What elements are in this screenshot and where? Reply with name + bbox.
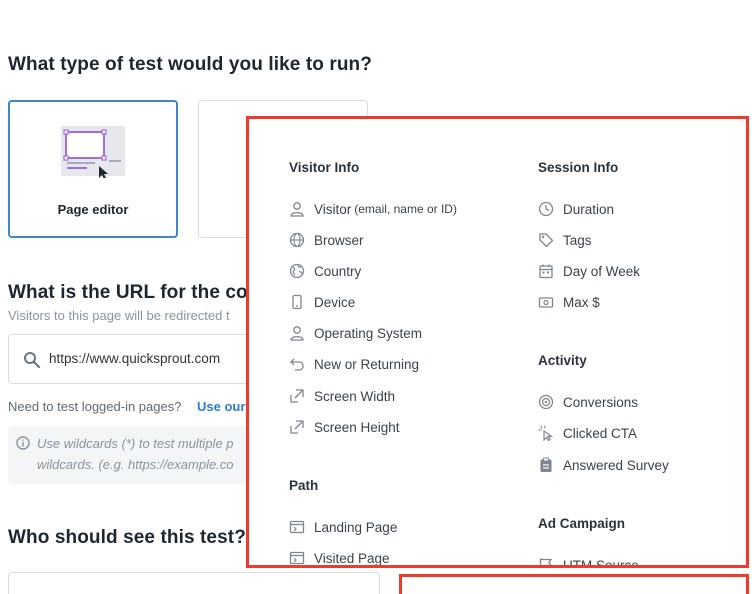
return-arrow-icon <box>289 356 305 372</box>
filter-landing-page[interactable]: Landing Page <box>289 517 397 537</box>
filter-conversions[interactable]: Conversions <box>538 392 638 412</box>
money-icon <box>538 294 554 310</box>
filter-screen-width-label: Screen Width <box>314 388 396 404</box>
expand-icon <box>289 388 305 404</box>
filter-visitor-label: Visitor <box>314 201 352 217</box>
visitor-info-title: Visitor Info <box>289 160 360 175</box>
filter-device-label: Device <box>314 294 356 310</box>
filter-day-of-week[interactable]: Day of Week <box>538 261 640 281</box>
filter-visited-page-label: Visited Page <box>314 550 390 566</box>
filter-operating-system-label: Operating System <box>314 325 423 341</box>
url-heading: What is the URL for the cor <box>8 282 256 303</box>
filter-duration[interactable]: Duration <box>538 199 614 219</box>
wildcard-note: Use wildcards (*) to test multiple p wil… <box>8 426 258 484</box>
filter-day-of-week-label: Day of Week <box>563 263 641 279</box>
filter-visited-page[interactable]: Visited Page <box>289 548 390 566</box>
phone-icon <box>289 294 305 310</box>
tag-icon <box>538 232 554 248</box>
filter-duration-label: Duration <box>563 201 615 217</box>
filter-tags-label: Tags <box>563 232 592 248</box>
filter-screen-height[interactable]: Screen Height <box>289 417 400 437</box>
filter-conversions-label: Conversions <box>563 394 639 410</box>
filter-browser-label: Browser <box>314 232 364 248</box>
page-editor-label: Page editor <box>57 202 129 217</box>
filter-clicked-cta[interactable]: Clicked CTA <box>538 423 637 443</box>
info-icon <box>16 436 30 450</box>
expand-icon <box>289 419 305 435</box>
note-line-1: Use wildcards (*) to test multiple p <box>37 436 234 451</box>
audience-select[interactable] <box>8 572 380 594</box>
target-icon <box>538 394 554 410</box>
filter-new-or-returning[interactable]: New or Returning <box>289 354 419 374</box>
page-enter-icon <box>289 519 305 535</box>
logged-in-link[interactable]: Use our <box>197 399 245 414</box>
second-highlight-box <box>399 574 749 594</box>
flag-icon <box>538 557 554 565</box>
note-line-2: wildcards. (e.g. https://example.co <box>37 457 234 472</box>
globe-icon <box>289 232 305 248</box>
earth-icon <box>289 263 305 279</box>
page-editor-illustration-icon <box>61 126 127 178</box>
person-icon <box>289 201 305 217</box>
cursor-click-icon <box>538 425 554 441</box>
filter-answered-survey[interactable]: Answered Survey <box>538 455 669 475</box>
logged-in-question: Need to test logged-in pages? <box>8 399 182 414</box>
filter-device[interactable]: Device <box>289 292 355 312</box>
filter-max-dollar-label: Max $ <box>563 294 600 310</box>
filter-browser[interactable]: Browser <box>289 230 364 250</box>
filter-country[interactable]: Country <box>289 261 361 281</box>
filter-operating-system[interactable]: Operating System <box>289 323 422 343</box>
filter-screen-width[interactable]: Screen Width <box>289 386 395 406</box>
filter-screen-height-label: Screen Height <box>314 419 400 435</box>
filter-utm-source[interactable]: UTM Source <box>538 555 639 568</box>
audience-heading: Who should see this test? <box>8 527 246 548</box>
filter-tags[interactable]: Tags <box>538 230 592 250</box>
url-input-value: https://www.quicksprout.com <box>49 351 221 366</box>
filter-visitor[interactable]: Visitor (email, name or ID) <box>289 199 457 219</box>
filter-visitor-sublabel: (email, name or ID) <box>354 202 457 216</box>
activity-title: Activity <box>538 353 587 368</box>
clock-icon <box>538 201 554 217</box>
filter-country-label: Country <box>314 263 362 279</box>
filter-new-or-returning-label: New or Returning <box>314 356 420 372</box>
session-info-title: Session Info <box>538 160 619 175</box>
filter-answered-survey-label: Answered Survey <box>563 457 669 473</box>
ad-campaign-title: Ad Campaign <box>538 516 626 531</box>
filter-clicked-cta-label: Clicked CTA <box>563 425 638 441</box>
person-icon <box>289 325 305 341</box>
filter-max-dollar[interactable]: Max $ <box>538 292 600 312</box>
filter-landing-page-label: Landing Page <box>314 519 398 535</box>
test-type-heading: What type of test would you like to run? <box>8 54 372 75</box>
url-subtext: Visitors to this page will be redirected… <box>8 308 230 323</box>
page-editor-card[interactable]: Page editor <box>8 100 178 238</box>
filter-utm-source-label: UTM Source <box>563 557 639 568</box>
path-title: Path <box>289 478 319 493</box>
clipboard-icon <box>538 457 554 473</box>
search-icon <box>23 351 41 369</box>
calendar-icon <box>538 263 554 279</box>
page-enter-icon <box>289 550 305 565</box>
audience-filter-menu: Visitor Info Visitor (email, name or ID)… <box>246 116 749 568</box>
